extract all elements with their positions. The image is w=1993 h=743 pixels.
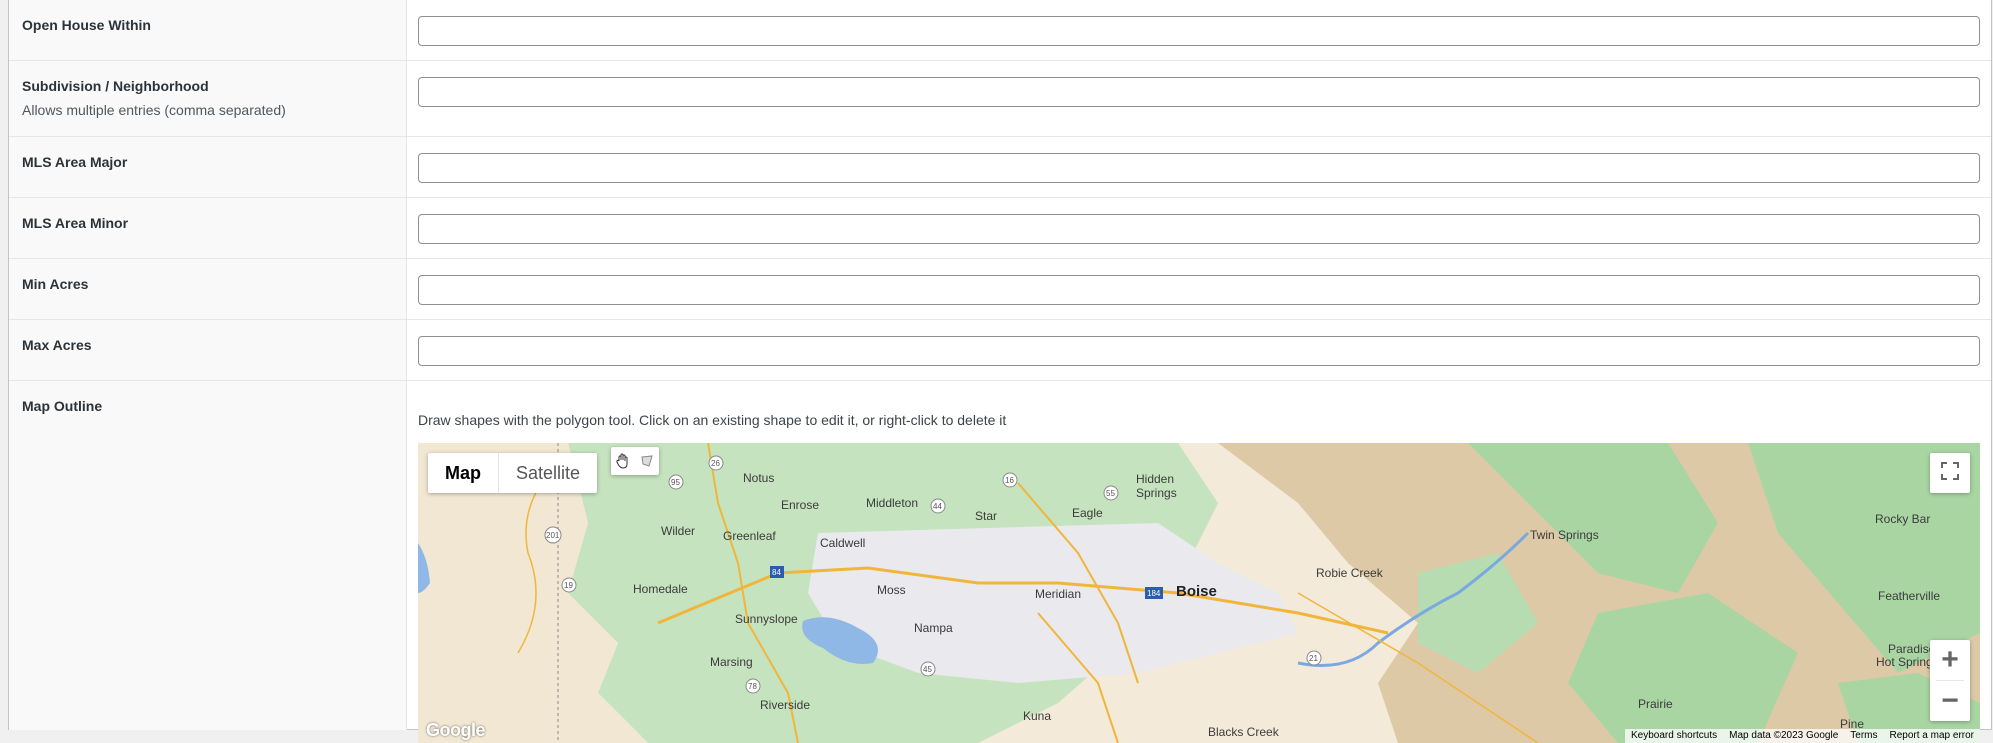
field-row-max-acres: Max Acres [9, 320, 1991, 381]
subdivision-input[interactable] [418, 77, 1980, 107]
svg-text:44: 44 [933, 502, 942, 511]
place-rocky-bar: Rocky Bar [1875, 512, 1930, 526]
report-error-link[interactable]: Report a map error [1884, 729, 1980, 743]
field-row-mls-area-major: MLS Area Major [9, 137, 1991, 198]
map-type-map-button[interactable]: Map [428, 453, 498, 493]
place-boise: Boise [1176, 583, 1217, 600]
polygon-icon[interactable] [635, 447, 659, 475]
route-shield: 16 [1002, 472, 1018, 488]
svg-text:95: 95 [671, 478, 680, 487]
field-label-cell: Map Outline [9, 381, 407, 730]
svg-text:201: 201 [546, 531, 560, 540]
map-terrain: Notus Enrose Middleton Star Eagle Hidden… [418, 443, 1980, 743]
field-row-mls-area-minor: MLS Area Minor [9, 198, 1991, 259]
place-eagle: Eagle [1072, 506, 1103, 520]
map-type-satellite-button[interactable]: Satellite [498, 453, 597, 493]
mls-area-major-input[interactable] [418, 153, 1980, 183]
field-label: Open House Within [22, 17, 151, 33]
route-shield: 201 [544, 526, 562, 544]
place-marsing: Marsing [710, 655, 753, 669]
field-label: MLS Area Major [22, 154, 128, 170]
place-homedale: Homedale [633, 582, 688, 596]
place-meridian: Meridian [1035, 587, 1081, 601]
fullscreen-button[interactable] [1930, 453, 1970, 493]
field-label-cell: MLS Area Minor [9, 198, 407, 258]
map-data-text: Map data ©2023 Google [1729, 730, 1839, 741]
place-middleton: Middleton [866, 496, 918, 510]
min-acres-input[interactable] [418, 275, 1980, 305]
field-row-open-house: Open House Within [9, 0, 1991, 61]
map-type-control: Map Satellite [428, 453, 598, 493]
google-logo: Google [426, 720, 486, 740]
place-wilder: Wilder [661, 524, 695, 538]
place-kuna: Kuna [1023, 709, 1051, 723]
field-description: Allows multiple entries (comma separated… [22, 102, 286, 118]
place-enrose: Enrose [781, 498, 819, 512]
place-twin-springs: Twin Springs [1530, 528, 1599, 542]
place-featherville: Featherville [1878, 589, 1940, 603]
place-nampa: Nampa [914, 621, 953, 635]
field-label-cell: Min Acres [9, 259, 407, 319]
svg-text:26: 26 [711, 459, 720, 468]
svg-text:184: 184 [1147, 589, 1161, 598]
hand-icon[interactable] [611, 447, 635, 475]
field-label: Max Acres [22, 337, 92, 353]
route-shield: 78 [745, 678, 761, 694]
place-greenleaf: Greenleaf [723, 529, 776, 543]
keyboard-shortcuts-link[interactable]: Keyboard shortcuts [1625, 729, 1723, 743]
route-shield: 45 [920, 661, 936, 677]
zoom-control: + − [1930, 640, 1970, 721]
route-shield: 44 [930, 498, 946, 514]
field-row-subdivision: Subdivision / Neighborhood Allows multip… [9, 61, 1991, 137]
map-instructions: Draw shapes with the polygon tool. Click… [418, 412, 1007, 428]
zoom-out-button[interactable]: − [1930, 681, 1970, 721]
place-blacks-creek: Blacks Creek [1208, 725, 1280, 739]
place-star: Star [975, 509, 997, 523]
field-label-cell: MLS Area Major [9, 137, 407, 197]
terms-link[interactable]: Terms [1844, 729, 1883, 743]
route-shield: 95 [668, 474, 684, 490]
place-robie-creek: Robie Creek [1316, 566, 1384, 580]
svg-text:84: 84 [772, 568, 781, 577]
field-label: Min Acres [22, 276, 89, 292]
map-canvas[interactable]: Notus Enrose Middleton Star Eagle Hidden… [418, 443, 1980, 743]
svg-text:19: 19 [564, 581, 573, 590]
route-shield: 19 [561, 577, 577, 593]
zoom-in-button[interactable]: + [1930, 640, 1970, 680]
route-shield: 184 [1145, 587, 1163, 599]
place-paradise: Paradise [1888, 642, 1936, 656]
place-riverside: Riverside [760, 698, 810, 712]
place-moss: Moss [877, 583, 906, 597]
map-attribution: Keyboard shortcuts Map data ©2023 Google… [1624, 729, 1980, 743]
route-shield: 21 [1306, 650, 1322, 666]
field-label: MLS Area Minor [22, 215, 129, 231]
route-shield: 55 [1103, 485, 1119, 501]
svg-text:45: 45 [923, 665, 932, 674]
drawing-toolbar [611, 447, 659, 475]
place-hidden: Hidden [1136, 472, 1174, 486]
svg-text:21: 21 [1309, 654, 1318, 663]
mls-area-minor-input[interactable] [418, 214, 1980, 244]
field-label-cell: Max Acres [9, 320, 407, 380]
svg-text:16: 16 [1005, 476, 1014, 485]
place-prairie: Prairie [1638, 697, 1673, 711]
settings-form-table: Open House Within Subdivision / Neighbor… [8, 0, 1992, 743]
route-shield: 26 [708, 455, 724, 471]
place-notus: Notus [743, 471, 774, 485]
field-label: Subdivision / Neighborhood [22, 78, 209, 94]
field-label: Map Outline [22, 398, 103, 414]
open-house-within-input[interactable] [418, 16, 1980, 46]
field-label-cell: Subdivision / Neighborhood Allows multip… [9, 61, 407, 136]
place-springs: Springs [1136, 486, 1177, 500]
place-caldwell: Caldwell [820, 536, 865, 550]
svg-text:78: 78 [748, 682, 757, 691]
max-acres-input[interactable] [418, 336, 1980, 366]
field-row-min-acres: Min Acres [9, 259, 1991, 320]
field-label-cell: Open House Within [9, 0, 407, 60]
svg-text:55: 55 [1106, 489, 1115, 498]
place-sunnyslope: Sunnyslope [735, 612, 798, 626]
fullscreen-icon [1941, 461, 1959, 485]
route-shield: 84 [770, 566, 784, 578]
